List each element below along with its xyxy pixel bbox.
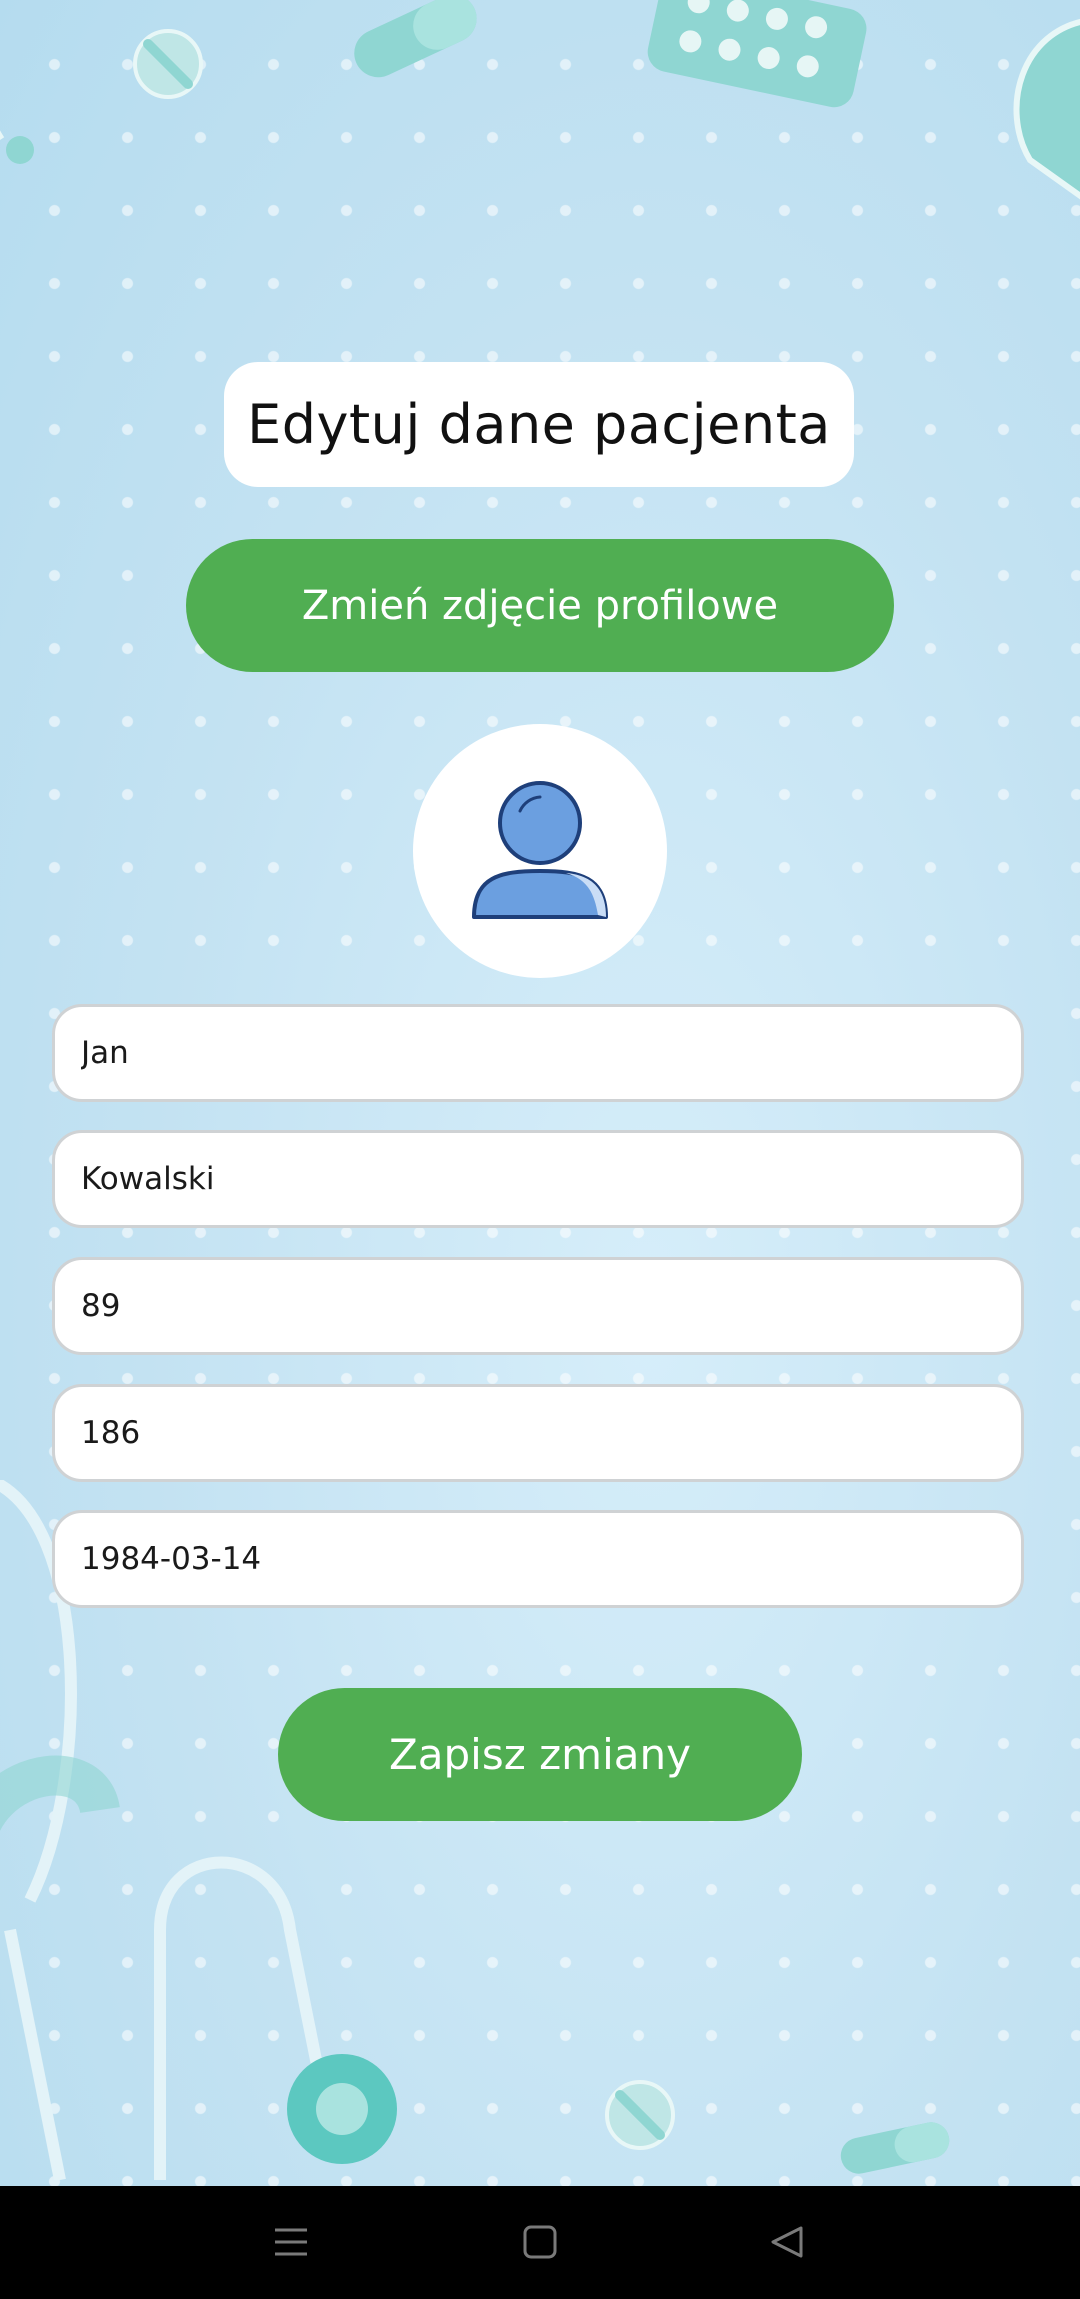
tablet-icon — [133, 29, 203, 99]
app-screen: Edytuj dane pacjenta Zmień zdjęcie profi… — [0, 0, 1080, 2186]
pill-capsule-icon — [354, 0, 477, 78]
back-triangle-icon — [771, 2226, 803, 2258]
user-icon — [472, 781, 608, 919]
page-title: Edytuj dane pacjenta — [247, 393, 831, 456]
heart-shape-icon — [1013, 19, 1080, 200]
tablet-bottom-icon — [605, 2080, 675, 2150]
nav-menu-button[interactable] — [251, 2206, 331, 2278]
nav-home-button[interactable] — [500, 2206, 580, 2278]
pill-blister-icon — [647, 0, 867, 108]
weight-field[interactable] — [52, 1257, 1024, 1355]
nav-back-button[interactable] — [747, 2206, 827, 2278]
home-square-icon — [523, 2225, 557, 2259]
save-changes-button[interactable]: Zapisz zmiany — [278, 1688, 802, 1821]
height-field[interactable] — [52, 1384, 1024, 1482]
stethoscope-head-icon — [287, 2054, 397, 2164]
stethoscope-icon — [0, 130, 34, 164]
menu-icon — [275, 2228, 307, 2256]
first-name-field[interactable] — [52, 1004, 1024, 1102]
birth-date-field[interactable] — [52, 1510, 1024, 1608]
title-card: Edytuj dane pacjenta — [224, 362, 854, 487]
change-profile-photo-button[interactable]: Zmień zdjęcie profilowe — [186, 539, 894, 672]
avatar — [413, 724, 667, 978]
last-name-field[interactable] — [52, 1130, 1024, 1228]
system-navigation-bar — [0, 2186, 1080, 2299]
capsule-bottom-icon — [840, 2122, 950, 2174]
